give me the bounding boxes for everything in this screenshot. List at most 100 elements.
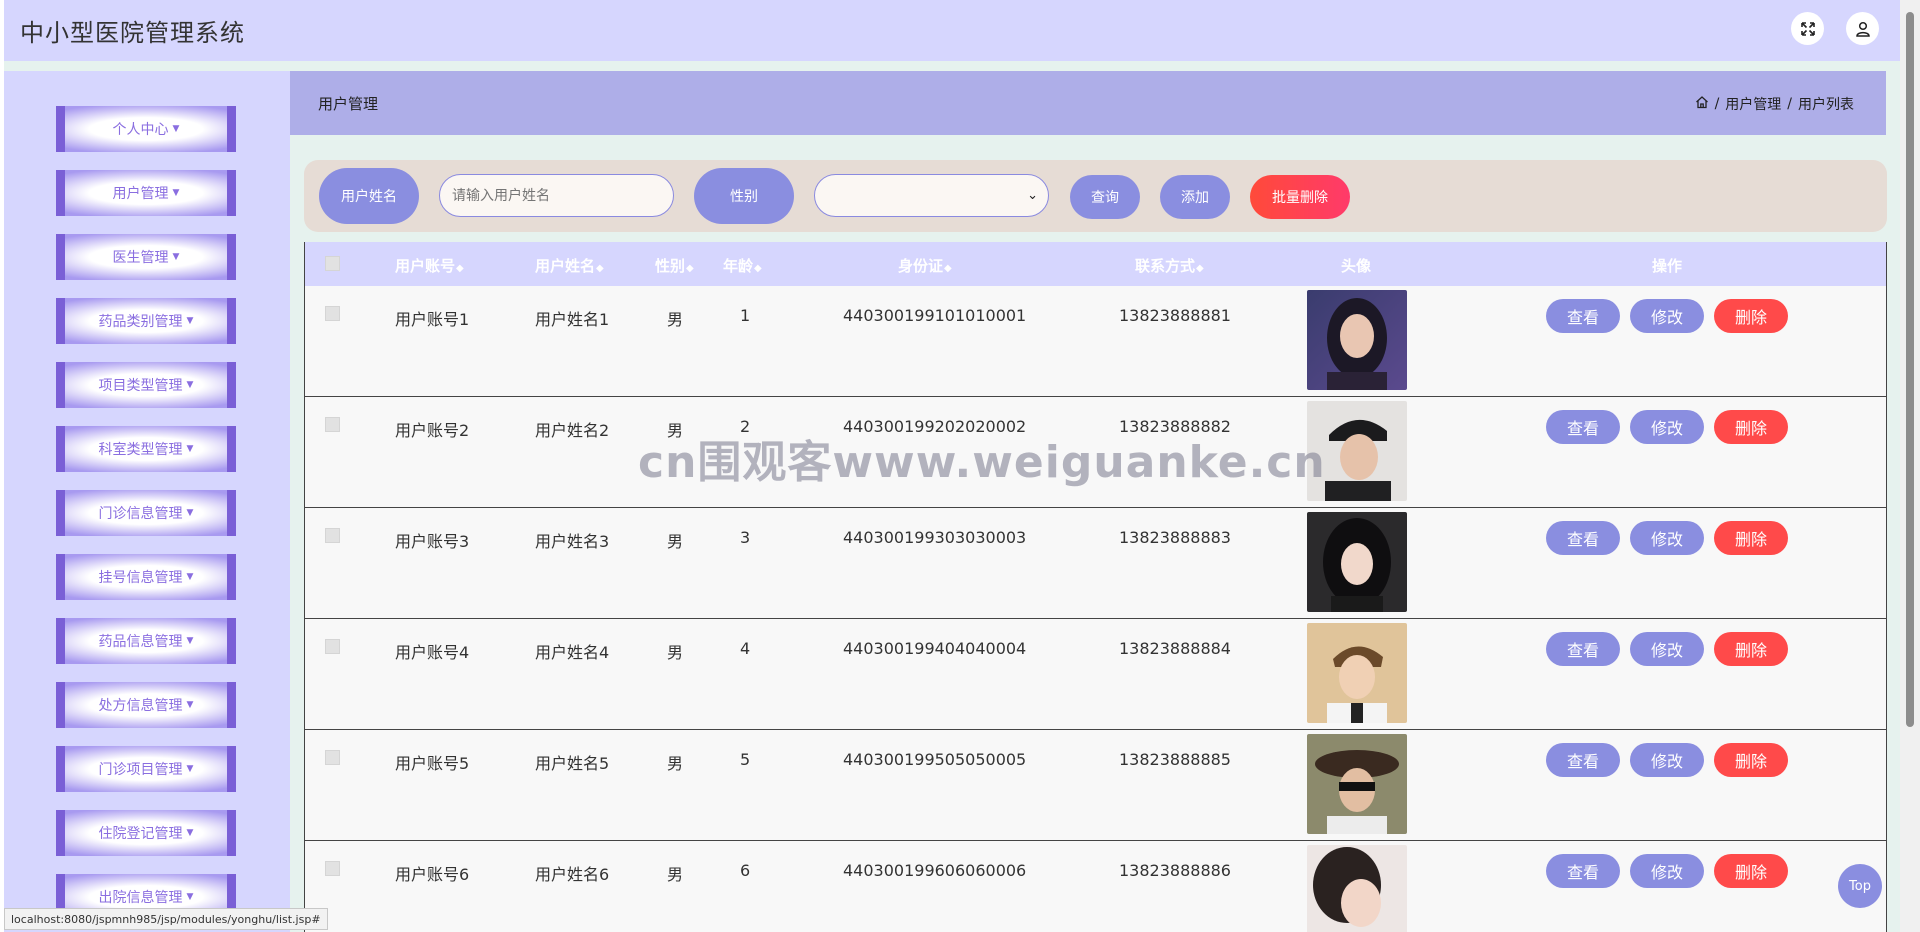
breadcrumb-level1[interactable]: 用户管理	[1725, 94, 1781, 114]
sidebar-item-admission[interactable]: 住院登记管理 ▼	[56, 810, 236, 856]
sidebar-item-label: 门诊信息管理	[98, 506, 183, 522]
view-button[interactable]: 查看	[1546, 410, 1620, 444]
view-button[interactable]: 查看	[1546, 299, 1620, 333]
sidebar-item-label: 挂号信息管理	[98, 570, 183, 586]
header-name[interactable]: 用户姓名◆	[535, 255, 604, 276]
delete-button[interactable]: 删除	[1714, 521, 1788, 555]
cell-account: 用户账号6	[395, 865, 470, 884]
header-contact[interactable]: 联系方式◆	[1135, 255, 1204, 276]
table-row: 用户账号6 用户姓名6 男 6 440300199606060006 13823…	[305, 841, 1886, 932]
sort-icon: ◆	[456, 263, 464, 274]
cell-gender: 男	[667, 532, 684, 551]
header-id-card[interactable]: 身份证◆	[898, 255, 952, 276]
sidebar-item-registration[interactable]: 挂号信息管理 ▼	[56, 554, 236, 600]
batch-delete-button[interactable]: 批量删除	[1250, 175, 1350, 219]
table-row: 用户账号4 用户姓名4 男 4 440300199404040004 13823…	[305, 619, 1886, 730]
header-gender[interactable]: 性别◆	[655, 255, 694, 276]
row-checkbox[interactable]	[325, 306, 340, 321]
view-button[interactable]: 查看	[1546, 632, 1620, 666]
cell-gender: 男	[667, 310, 684, 329]
cell-name: 用户姓名6	[535, 865, 610, 884]
cell-name: 用户姓名2	[535, 421, 610, 440]
sidebar-item-outpatient-info[interactable]: 门诊信息管理 ▼	[56, 490, 236, 536]
app-title: 中小型医院管理系统	[20, 19, 245, 47]
sidebar-item-drug-categories[interactable]: 药品类别管理 ▼	[56, 298, 236, 344]
row-checkbox[interactable]	[325, 750, 340, 765]
query-button[interactable]: 查询	[1070, 175, 1140, 219]
sidebar-item-label: 处方信息管理	[98, 698, 183, 714]
cell-account: 用户账号2	[395, 421, 470, 440]
sort-icon: ◆	[596, 263, 604, 274]
edit-button[interactable]: 修改	[1630, 743, 1704, 777]
avatar	[1307, 401, 1407, 501]
delete-button[interactable]: 删除	[1714, 743, 1788, 777]
name-search-input[interactable]	[439, 174, 674, 217]
gender-select[interactable]: ⌄	[814, 174, 1049, 217]
sidebar-item-drug-info[interactable]: 药品信息管理 ▼	[56, 618, 236, 664]
sidebar-item-label: 医生管理	[112, 250, 169, 266]
edit-button[interactable]: 修改	[1630, 632, 1704, 666]
sidebar-item-doctors[interactable]: 医生管理 ▼	[56, 234, 236, 280]
caret-down-icon: ▼	[172, 252, 180, 262]
scrollbar[interactable]	[1900, 0, 1920, 932]
caret-down-icon: ▼	[186, 828, 194, 838]
cell-id-card: 440300199404040004	[843, 639, 1027, 658]
delete-button[interactable]: 删除	[1714, 299, 1788, 333]
cell-age: 1	[740, 306, 751, 325]
sort-icon: ◆	[686, 263, 694, 274]
cell-id-card: 440300199606060006	[843, 861, 1027, 880]
chevron-down-icon: ⌄	[1027, 188, 1038, 203]
scroll-thumb[interactable]	[1906, 12, 1914, 727]
row-checkbox[interactable]	[325, 861, 340, 876]
add-button[interactable]: 添加	[1160, 175, 1230, 219]
select-all-checkbox[interactable]	[325, 256, 340, 271]
view-button[interactable]: 查看	[1546, 521, 1620, 555]
cell-phone: 13823888883	[1119, 528, 1231, 547]
delete-button[interactable]: 删除	[1714, 632, 1788, 666]
expand-icon[interactable]	[1791, 12, 1824, 45]
caret-down-icon: ▼	[186, 380, 194, 390]
sidebar-item-label: 用户管理	[112, 186, 169, 202]
cell-account: 用户账号3	[395, 532, 470, 551]
delete-button[interactable]: 删除	[1714, 854, 1788, 888]
sidebar-item-department-types[interactable]: 科室类型管理 ▼	[56, 426, 236, 472]
sidebar-item-project-types[interactable]: 项目类型管理 ▼	[56, 362, 236, 408]
header-divider	[4, 61, 1900, 71]
home-icon[interactable]	[1695, 95, 1709, 113]
view-button[interactable]: 查看	[1546, 743, 1620, 777]
row-checkbox[interactable]	[325, 417, 340, 432]
cell-age: 4	[740, 639, 751, 658]
edit-button[interactable]: 修改	[1630, 521, 1704, 555]
cell-phone: 13823888885	[1119, 750, 1231, 769]
avatar	[1307, 845, 1407, 932]
table-row: 用户账号2 用户姓名2 男 2 440300199202020002 13823…	[305, 397, 1886, 508]
sidebar-item-users[interactable]: 用户管理 ▼	[56, 170, 236, 216]
header-actions: 操作	[1652, 257, 1683, 275]
row-checkbox[interactable]	[325, 639, 340, 654]
sidebar-item-label: 个人中心	[112, 122, 169, 138]
sidebar-item-personal-center[interactable]: 个人中心 ▼	[56, 106, 236, 152]
cell-name: 用户姓名5	[535, 754, 610, 773]
table-header: 用户账号◆ 用户姓名◆ 性别◆ 年龄◆ 身份证◆ 联系方式◆ 头像 操作	[305, 242, 1886, 286]
caret-down-icon: ▼	[186, 636, 194, 646]
header-account[interactable]: 用户账号◆	[395, 255, 464, 276]
edit-button[interactable]: 修改	[1630, 299, 1704, 333]
cell-phone: 13823888886	[1119, 861, 1231, 880]
user-icon[interactable]	[1846, 12, 1879, 45]
cell-id-card: 440300199303030003	[843, 528, 1027, 547]
caret-down-icon: ▼	[172, 124, 180, 134]
sidebar-item-prescriptions[interactable]: 处方信息管理 ▼	[56, 682, 236, 728]
view-button[interactable]: 查看	[1546, 854, 1620, 888]
delete-button[interactable]: 删除	[1714, 410, 1788, 444]
edit-button[interactable]: 修改	[1630, 854, 1704, 888]
sidebar-item-outpatient-projects[interactable]: 门诊项目管理 ▼	[56, 746, 236, 792]
header-age[interactable]: 年龄◆	[723, 255, 762, 276]
sidebar-item-label: 药品信息管理	[98, 634, 183, 650]
back-to-top-button[interactable]: Top	[1838, 864, 1882, 908]
cell-name: 用户姓名3	[535, 532, 610, 551]
sort-icon: ◆	[1196, 263, 1204, 274]
caret-down-icon: ▼	[186, 444, 194, 454]
row-checkbox[interactable]	[325, 528, 340, 543]
edit-button[interactable]: 修改	[1630, 410, 1704, 444]
caret-down-icon: ▼	[186, 700, 194, 710]
